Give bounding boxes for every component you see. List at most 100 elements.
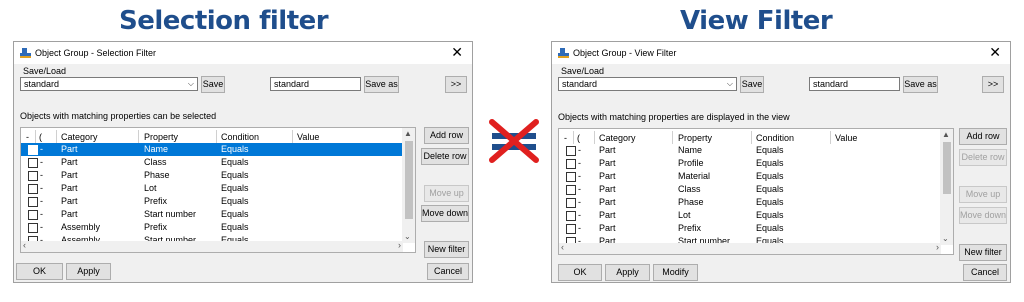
row-category-cell[interactable]: Assembly <box>61 222 100 232</box>
row-checkbox[interactable] <box>28 145 38 155</box>
row-condition-cell[interactable]: Equals <box>756 210 784 220</box>
scroll-right-icon[interactable]: › <box>936 242 939 252</box>
row-dash-cell[interactable]: - <box>40 157 43 167</box>
table-row[interactable]: - Part Prefix Equals <box>21 195 403 208</box>
move-down-button[interactable]: Move down <box>421 205 469 222</box>
save-load-combo[interactable]: standard ⌵ <box>558 77 737 91</box>
filter-grid[interactable]: - ( Category Property Condition Value - P… <box>20 127 416 253</box>
col-header-property[interactable]: Property <box>144 132 178 142</box>
row-category-cell[interactable]: Part <box>599 210 616 220</box>
row-checkbox[interactable] <box>28 197 38 207</box>
table-row[interactable]: - Part Phase Equals <box>559 196 941 209</box>
row-checkbox[interactable] <box>28 171 38 181</box>
col-header-category[interactable]: Category <box>599 133 636 143</box>
scroll-thumb[interactable] <box>943 142 951 194</box>
table-row[interactable]: - Part Material Equals <box>559 170 941 183</box>
row-dash-cell[interactable]: - <box>40 183 43 193</box>
row-category-cell[interactable]: Part <box>61 157 78 167</box>
table-row[interactable]: - Part Class Equals <box>21 156 403 169</box>
row-property-cell[interactable]: Lot <box>678 210 691 220</box>
row-checkbox[interactable] <box>566 146 576 156</box>
move-down-button[interactable]: Move down <box>959 207 1007 224</box>
expand-button[interactable]: >> <box>982 76 1004 93</box>
row-property-cell[interactable]: Name <box>678 145 702 155</box>
row-property-cell[interactable]: Class <box>678 184 701 194</box>
scroll-left-icon[interactable]: ‹ <box>23 240 26 250</box>
row-checkbox[interactable] <box>28 158 38 168</box>
apply-button[interactable]: Apply <box>66 263 111 280</box>
row-dash-cell[interactable]: - <box>578 171 581 181</box>
delete-row-button[interactable]: Delete row <box>421 148 469 165</box>
row-dash-cell[interactable]: - <box>40 170 43 180</box>
row-category-cell[interactable]: Part <box>61 183 78 193</box>
expand-button[interactable]: >> <box>445 76 467 93</box>
row-condition-cell[interactable]: Equals <box>221 196 249 206</box>
table-row[interactable]: - Part Name Equals <box>559 144 941 157</box>
move-up-button[interactable]: Move up <box>959 186 1007 203</box>
filter-grid[interactable]: - ( Category Property Condition Value - P… <box>558 128 954 255</box>
row-property-cell[interactable]: Phase <box>678 197 704 207</box>
cancel-button[interactable]: Cancel <box>963 264 1007 281</box>
ok-button[interactable]: OK <box>558 264 602 281</box>
save-button[interactable]: Save <box>201 76 225 93</box>
row-property-cell[interactable]: Phase <box>144 170 170 180</box>
row-condition-cell[interactable]: Equals <box>756 158 784 168</box>
row-dash-cell[interactable]: - <box>578 197 581 207</box>
row-checkbox[interactable] <box>566 224 576 234</box>
row-condition-cell[interactable]: Equals <box>756 197 784 207</box>
col-header-value[interactable]: Value <box>835 133 857 143</box>
row-category-cell[interactable]: Part <box>599 197 616 207</box>
row-dash-cell[interactable]: - <box>578 223 581 233</box>
scroll-thumb[interactable] <box>405 141 413 219</box>
add-row-button[interactable]: Add row <box>424 127 469 144</box>
name-field[interactable]: standard <box>270 77 361 91</box>
vertical-scrollbar[interactable]: ▲ ⌄ <box>402 128 415 243</box>
row-condition-cell[interactable]: Equals <box>221 222 249 232</box>
scroll-right-icon[interactable]: › <box>398 240 401 250</box>
col-header-property[interactable]: Property <box>678 133 712 143</box>
row-checkbox[interactable] <box>566 172 576 182</box>
table-row[interactable]: - Part Profile Equals <box>559 157 941 170</box>
row-dash-cell[interactable]: - <box>578 210 581 220</box>
row-category-cell[interactable]: Part <box>61 170 78 180</box>
row-checkbox[interactable] <box>28 184 38 194</box>
scroll-up-icon[interactable]: ▲ <box>942 130 950 139</box>
row-category-cell[interactable]: Part <box>599 145 616 155</box>
table-row[interactable]: - Part Prefix Equals <box>559 222 941 235</box>
table-row[interactable]: - Part Phase Equals <box>21 169 403 182</box>
row-property-cell[interactable]: Profile <box>678 158 704 168</box>
row-condition-cell[interactable]: Equals <box>221 209 249 219</box>
row-dash-cell[interactable]: - <box>40 196 43 206</box>
table-row[interactable]: - Part Lot Equals <box>21 182 403 195</box>
cancel-button[interactable]: Cancel <box>427 263 469 280</box>
row-property-cell[interactable]: Prefix <box>678 223 701 233</box>
row-checkbox[interactable] <box>566 185 576 195</box>
row-property-cell[interactable]: Prefix <box>144 196 167 206</box>
table-row[interactable]: - Part Lot Equals <box>559 209 941 222</box>
table-row[interactable]: - Part Start number Equals <box>21 208 403 221</box>
row-condition-cell[interactable]: Equals <box>221 183 249 193</box>
row-dash-cell[interactable]: - <box>40 222 43 232</box>
row-property-cell[interactable]: Lot <box>144 183 157 193</box>
col-header-category[interactable]: Category <box>61 132 98 142</box>
row-dash-cell[interactable]: - <box>578 158 581 168</box>
row-category-cell[interactable]: Part <box>61 209 78 219</box>
row-checkbox[interactable] <box>566 198 576 208</box>
row-dash-cell[interactable]: - <box>578 184 581 194</box>
scroll-left-icon[interactable]: ‹ <box>561 242 564 252</box>
add-row-button[interactable]: Add row <box>959 128 1007 145</box>
row-property-cell[interactable]: Material <box>678 171 710 181</box>
scroll-down-icon[interactable]: ⌄ <box>942 234 949 243</box>
vertical-scrollbar[interactable]: ▲ ⌄ <box>940 129 953 245</box>
table-row[interactable]: - Assembly Prefix Equals <box>21 221 403 234</box>
row-category-cell[interactable]: Part <box>599 223 616 233</box>
row-dash-cell[interactable]: - <box>40 209 43 219</box>
row-category-cell[interactable]: Part <box>61 144 78 154</box>
modify-button[interactable]: Modify <box>653 264 698 281</box>
horizontal-scrollbar[interactable]: ‹ › <box>21 240 403 252</box>
save-as-button[interactable]: Save as <box>364 76 399 93</box>
row-checkbox[interactable] <box>28 223 38 233</box>
row-dash-cell[interactable]: - <box>578 145 581 155</box>
table-row[interactable]: - Part Class Equals <box>559 183 941 196</box>
row-condition-cell[interactable]: Equals <box>756 223 784 233</box>
